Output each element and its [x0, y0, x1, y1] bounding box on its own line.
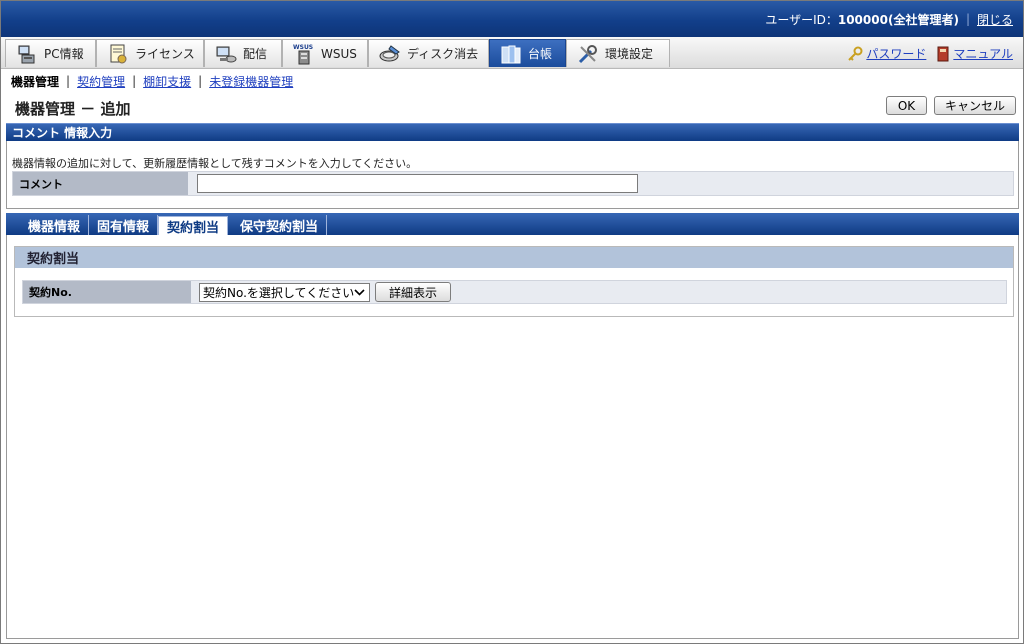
separator: | [198, 74, 203, 88]
ledger-icon [500, 43, 522, 65]
tab-contract-assignment[interactable]: 契約割当 [158, 216, 229, 236]
separator: | [66, 74, 71, 88]
contract-panel: 契約割当 契約No. 契約No.を選択してください 詳細表示 [6, 235, 1019, 639]
chevron-down-icon [352, 285, 367, 300]
tab-ledger[interactable]: 台帳 [489, 39, 566, 67]
tab-label: 台帳 [528, 47, 553, 61]
subnav-link-contract[interactable]: 契約管理 [77, 73, 125, 90]
separator: | [132, 74, 137, 88]
user-id-label: ユーザーID： [765, 12, 838, 27]
app-window: ユーザーID：100000(全社管理者) | 閉じる PC情報 ライセンス 配信… [0, 0, 1024, 644]
book-icon [937, 46, 949, 61]
tab-device-info[interactable]: 機器情報 [20, 215, 90, 235]
comment-row: コメント [12, 171, 1014, 196]
close-link[interactable]: 閉じる [977, 11, 1013, 28]
detail-button[interactable]: 詳細表示 [375, 282, 451, 302]
right-links: パスワード マニュアル [847, 45, 1013, 62]
comment-section-header: コメント 情報入力 [6, 123, 1019, 141]
password-link[interactable]: パスワード [847, 45, 926, 62]
tab-maintenance-contract[interactable]: 保守契約割当 [232, 215, 328, 235]
tab-label: PC情報 [44, 47, 84, 61]
separator: | [965, 12, 970, 26]
wsus-icon-text: WSUS [293, 44, 313, 51]
contract-box: 契約割当 契約No. 契約No.を選択してください 詳細表示 [14, 246, 1014, 317]
tab-distribution[interactable]: 配信 [204, 39, 282, 67]
contract-no-label: 契約No. [23, 281, 191, 303]
license-icon [107, 43, 129, 65]
password-label: パスワード [866, 47, 927, 61]
contract-no-select[interactable]: 契約No.を選択してください [199, 283, 370, 302]
contract-row: 契約No. 契約No.を選択してください 詳細表示 [22, 280, 1007, 304]
tab-label: 配信 [243, 47, 268, 61]
main-tabs: PC情報 ライセンス 配信 WSUS WSUS ディスク消去 台帳 環境設定 パ… [1, 37, 1023, 69]
subnav-link-unregistered[interactable]: 未登録機器管理 [209, 73, 293, 90]
subnav-link-inventory[interactable]: 棚卸支援 [143, 73, 191, 90]
tab-settings[interactable]: 環境設定 [566, 39, 670, 67]
disk-erase-icon [379, 43, 401, 65]
sub-navigation: 機器管理 | 契約管理 | 棚卸支援 | 未登録機器管理 [11, 73, 293, 89]
tab-label: ディスク消去 [407, 47, 479, 61]
tab-specific-info[interactable]: 固有情報 [89, 215, 159, 235]
pc-icon [16, 43, 38, 65]
user-id: ユーザーID：100000(全社管理者) [765, 11, 959, 28]
tab-label: ライセンス [135, 47, 195, 61]
tab-label: 環境設定 [605, 47, 654, 61]
tab-disk-erase[interactable]: ディスク消去 [368, 39, 489, 67]
user-id-value: 100000(全社管理者) [837, 12, 959, 27]
sub-tabs: 機器情報 固有情報 契約割当 保守契約割当 [6, 213, 1019, 236]
page-title: 機器管理 － 追加 [15, 100, 131, 118]
ok-button[interactable]: OK [886, 96, 927, 115]
comment-section: 機器情報の追加に対して、更新履歴情報として残すコメントを入力してください。 コメ… [6, 141, 1019, 209]
top-bar: ユーザーID：100000(全社管理者) | 閉じる [1, 1, 1023, 37]
contract-box-header: 契約割当 [15, 247, 1013, 268]
wsus-icon: WSUS [293, 43, 315, 65]
contract-no-selected: 契約No.を選択してください [203, 286, 355, 300]
key-icon [848, 46, 863, 61]
manual-link[interactable]: マニュアル [936, 45, 1013, 62]
settings-tools-icon [577, 43, 599, 65]
subnav-current: 機器管理 [11, 74, 60, 89]
distribution-icon [215, 43, 237, 65]
manual-label: マニュアル [953, 47, 1013, 61]
cancel-button[interactable]: キャンセル [934, 96, 1016, 115]
tab-wsus[interactable]: WSUS WSUS [282, 39, 368, 67]
tab-label: WSUS [321, 46, 357, 61]
tab-license[interactable]: ライセンス [96, 39, 204, 67]
tab-pc-info[interactable]: PC情報 [5, 39, 96, 67]
comment-input[interactable] [197, 174, 638, 193]
comment-description: 機器情報の追加に対して、更新履歴情報として残すコメントを入力してください。 [12, 157, 418, 170]
comment-label: コメント [13, 172, 188, 195]
